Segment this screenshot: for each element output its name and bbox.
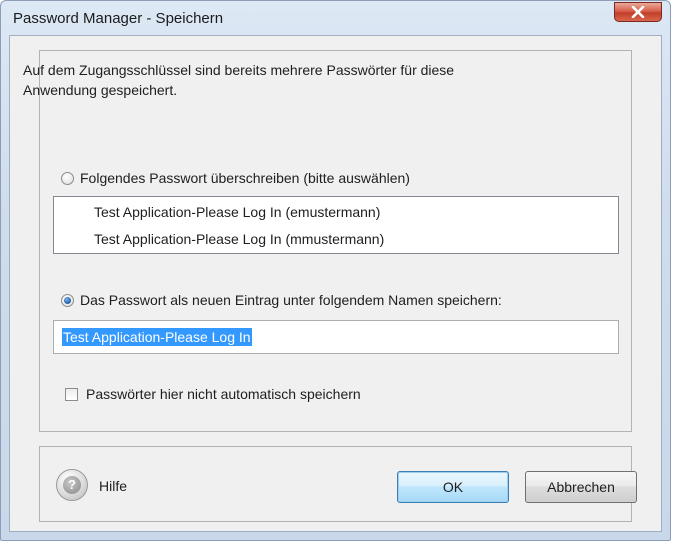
overwrite-radio[interactable] <box>61 171 74 185</box>
close-button[interactable] <box>614 2 662 22</box>
cancel-button[interactable]: Abbrechen <box>525 471 637 503</box>
intro-line-2: Anwendung gespeichert. <box>23 82 178 98</box>
no-autosave-label: Passwörter hier nicht automatisch speich… <box>86 386 361 402</box>
window-title: Password Manager - Speichern <box>13 10 224 27</box>
intro-line-1: Auf dem Zugangsschlüssel sind bereits me… <box>23 62 455 78</box>
close-icon <box>631 6 645 18</box>
list-item[interactable]: Test Application-Please Log In (mmusterm… <box>94 230 384 248</box>
no-autosave-row[interactable]: Passwörter hier nicht automatisch speich… <box>65 386 361 402</box>
intro-text: Auf dem Zugangsschlüssel sind bereits me… <box>23 60 603 100</box>
help-icon[interactable]: ? <box>56 469 88 501</box>
help-link[interactable]: Hilfe <box>99 478 127 494</box>
overwrite-radio-label: Folgendes Passwort überschreiben (bitte … <box>80 170 410 186</box>
overwrite-radio-row[interactable]: Folgendes Passwort überschreiben (bitte … <box>61 170 410 186</box>
title-bar: Password Manager - Speichern <box>1 1 670 35</box>
dialog-client-area <box>9 35 662 532</box>
new-entry-radio[interactable] <box>61 293 74 307</box>
entry-name-input[interactable]: Test Application-Please Log In <box>53 320 619 354</box>
entry-name-value: Test Application-Please Log In <box>62 328 252 346</box>
no-autosave-checkbox[interactable] <box>65 387 78 401</box>
new-entry-radio-row[interactable]: Das Passwort als neuen Eintrag unter fol… <box>61 292 502 308</box>
ok-button[interactable]: OK <box>397 471 509 503</box>
help-question-glyph: ? <box>63 476 81 494</box>
password-listbox[interactable]: Test Application-Please Log In (emusterm… <box>53 196 619 254</box>
new-entry-radio-label: Das Passwort als neuen Eintrag unter fol… <box>80 292 502 308</box>
list-item[interactable]: Test Application-Please Log In (emusterm… <box>94 203 380 221</box>
